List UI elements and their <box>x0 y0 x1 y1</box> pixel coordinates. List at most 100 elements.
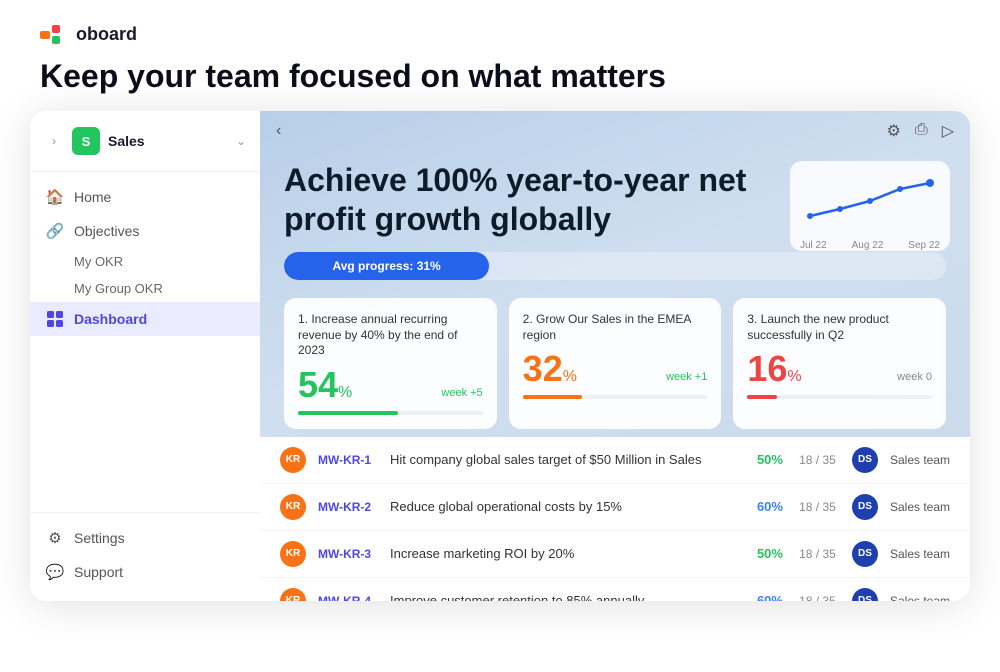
app-container: › S Sales ⌄ 🏠 Home 🔗 Objectives My OKR M… <box>30 111 970 601</box>
table-row[interactable]: KR MW-KR-3 Increase marketing ROI by 20%… <box>260 531 970 578</box>
sidebar-bottom: ⚙ Settings 💬 Support <box>30 512 260 601</box>
hero-title: Keep your team focused on what matters <box>40 57 960 95</box>
kr-desc-3: Increase marketing ROI by 20% <box>390 546 731 561</box>
kr-badge-1: KR <box>280 447 306 473</box>
kr-card-1-progress-bar <box>298 411 483 415</box>
kr-card-1-percent: 54% <box>298 367 352 403</box>
avg-progress-label: Avg progress: 31% <box>332 259 440 273</box>
dashboard-icon <box>46 310 64 328</box>
share-toolbar-icon[interactable]: ⎙ <box>915 121 928 141</box>
kr-card-2-percent: 32% <box>523 351 577 387</box>
kr-card-3-progress-fill <box>747 395 777 399</box>
kr-card-3: 3. Launch the new product successfully i… <box>733 298 946 429</box>
sidebar-item-dashboard-label: Dashboard <box>74 311 147 327</box>
logo-text: oboard <box>76 24 137 45</box>
table-row[interactable]: KR MW-KR-1 Hit company global sales targ… <box>260 437 970 484</box>
kr-card-1-title: 1. Increase annual recurring revenue by … <box>298 312 483 359</box>
user-avatar-4: DS <box>852 588 878 601</box>
kr-card-2-week: week +1 <box>666 371 707 387</box>
top-header: oboard Keep your team focused on what ma… <box>0 0 1000 111</box>
kr-card-2-progress-bar <box>523 395 708 399</box>
kr-badge-4: KR <box>280 588 306 601</box>
kr-card-1-bottom: 54% week +5 <box>298 367 483 403</box>
main-title: Achieve 100% year-to-year net profit gro… <box>284 161 784 238</box>
sidebar-item-my-okr[interactable]: My OKR <box>30 248 260 275</box>
kr-ratio-3: 18 / 35 <box>795 547 840 561</box>
toolbar-right: ⚙ ⎙ ▷ <box>887 121 954 141</box>
sidebar-item-my-group-okr-label: My Group OKR <box>74 281 163 296</box>
user-avatar-2: DS <box>852 494 878 520</box>
sidebar-item-support-label: Support <box>74 564 123 580</box>
kr-card-3-title: 3. Launch the new product successfully i… <box>747 312 932 343</box>
kr-card-3-bottom: 16% week 0 <box>747 351 932 387</box>
play-toolbar-icon[interactable]: ▷ <box>942 121 954 141</box>
avg-progress-fill: Avg progress: 31% <box>284 252 489 280</box>
sidebar-item-dashboard[interactable]: Dashboard <box>30 302 260 336</box>
sidebar-item-objectives[interactable]: 🔗 Objectives <box>30 214 260 248</box>
logo: oboard <box>40 24 960 45</box>
objectives-icon: 🔗 <box>46 222 64 240</box>
kr-card-1: 1. Increase annual recurring revenue by … <box>284 298 497 429</box>
kr-cards: 1. Increase annual recurring revenue by … <box>260 290 970 437</box>
kr-id-1: MW-KR-1 <box>318 453 378 467</box>
main-content: ‹ ⚙ ⎙ ▷ Achieve 100% year-to-year net pr… <box>260 111 970 601</box>
support-icon: 💬 <box>46 563 64 581</box>
kr-card-3-progress-bar <box>747 395 932 399</box>
kr-desc-1: Hit company global sales target of $50 M… <box>390 452 731 467</box>
kr-pct-4: 60% <box>743 593 783 601</box>
sidebar: › S Sales ⌄ 🏠 Home 🔗 Objectives My OKR M… <box>30 111 260 601</box>
kr-ratio-4: 18 / 35 <box>795 594 840 601</box>
nav-section: 🏠 Home 🔗 Objectives My OKR My Group OKR <box>30 172 260 512</box>
table-section: KR MW-KR-1 Hit company global sales targ… <box>260 437 970 601</box>
main-toolbar: ‹ ⚙ ⎙ ▷ <box>260 111 970 151</box>
kr-card-2-bottom: 32% week +1 <box>523 351 708 387</box>
kr-card-1-progress-fill <box>298 411 398 415</box>
team-label-2: Sales team <box>890 500 950 514</box>
kr-id-4: MW-KR-4 <box>318 594 378 601</box>
kr-pct-3: 50% <box>743 546 783 561</box>
sidebar-item-home-label: Home <box>74 189 111 205</box>
home-icon: 🏠 <box>46 188 64 206</box>
table-row[interactable]: KR MW-KR-4 Improve customer retention to… <box>260 578 970 601</box>
workspace-name: Sales <box>108 133 228 149</box>
kr-id-3: MW-KR-3 <box>318 547 378 561</box>
settings-icon: ⚙ <box>46 529 64 547</box>
kr-card-1-week: week +5 <box>441 387 482 403</box>
sparkline-chart <box>800 171 940 231</box>
table-row[interactable]: KR MW-KR-2 Reduce global operational cos… <box>260 484 970 531</box>
team-label-4: Sales team <box>890 594 950 601</box>
user-avatar-1: DS <box>852 447 878 473</box>
sidebar-item-settings-label: Settings <box>74 530 125 546</box>
kr-pct-1: 50% <box>743 452 783 467</box>
kr-card-2-progress-fill <box>523 395 582 399</box>
sidebar-item-my-okr-label: My OKR <box>74 254 123 269</box>
kr-card-2: 2. Grow Our Sales in the EMEA region 32%… <box>509 298 722 429</box>
sidebar-collapse-button[interactable]: › <box>44 131 64 151</box>
kr-card-3-week: week 0 <box>897 371 932 387</box>
sidebar-item-support[interactable]: 💬 Support <box>30 555 260 589</box>
sidebar-header: › S Sales ⌄ <box>30 111 260 172</box>
team-label-3: Sales team <box>890 547 950 561</box>
settings-toolbar-icon[interactable]: ⚙ <box>887 121 901 141</box>
user-avatar-3: DS <box>852 541 878 567</box>
hero-section: Achieve 100% year-to-year net profit gro… <box>260 151 970 238</box>
kr-desc-4: Improve customer retention to 85% annual… <box>390 593 731 601</box>
kr-ratio-2: 18 / 35 <box>795 500 840 514</box>
kr-badge-3: KR <box>280 541 306 567</box>
kr-id-2: MW-KR-2 <box>318 500 378 514</box>
sidebar-item-settings[interactable]: ⚙ Settings <box>30 521 260 555</box>
avg-progress-bar: Avg progress: 31% <box>284 252 946 280</box>
workspace-avatar: S <box>72 127 100 155</box>
kr-ratio-1: 18 / 35 <box>795 453 840 467</box>
kr-desc-2: Reduce global operational costs by 15% <box>390 499 731 514</box>
kr-card-3-percent: 16% <box>747 351 801 387</box>
team-label-1: Sales team <box>890 453 950 467</box>
sidebar-item-home[interactable]: 🏠 Home <box>30 180 260 214</box>
workspace-chevron-icon: ⌄ <box>236 134 246 148</box>
back-button[interactable]: ‹ <box>276 122 281 140</box>
kr-pct-2: 60% <box>743 499 783 514</box>
sidebar-item-objectives-label: Objectives <box>74 223 139 239</box>
sidebar-item-my-group-okr[interactable]: My Group OKR <box>30 275 260 302</box>
logo-icon <box>40 25 68 45</box>
kr-card-2-title: 2. Grow Our Sales in the EMEA region <box>523 312 708 343</box>
